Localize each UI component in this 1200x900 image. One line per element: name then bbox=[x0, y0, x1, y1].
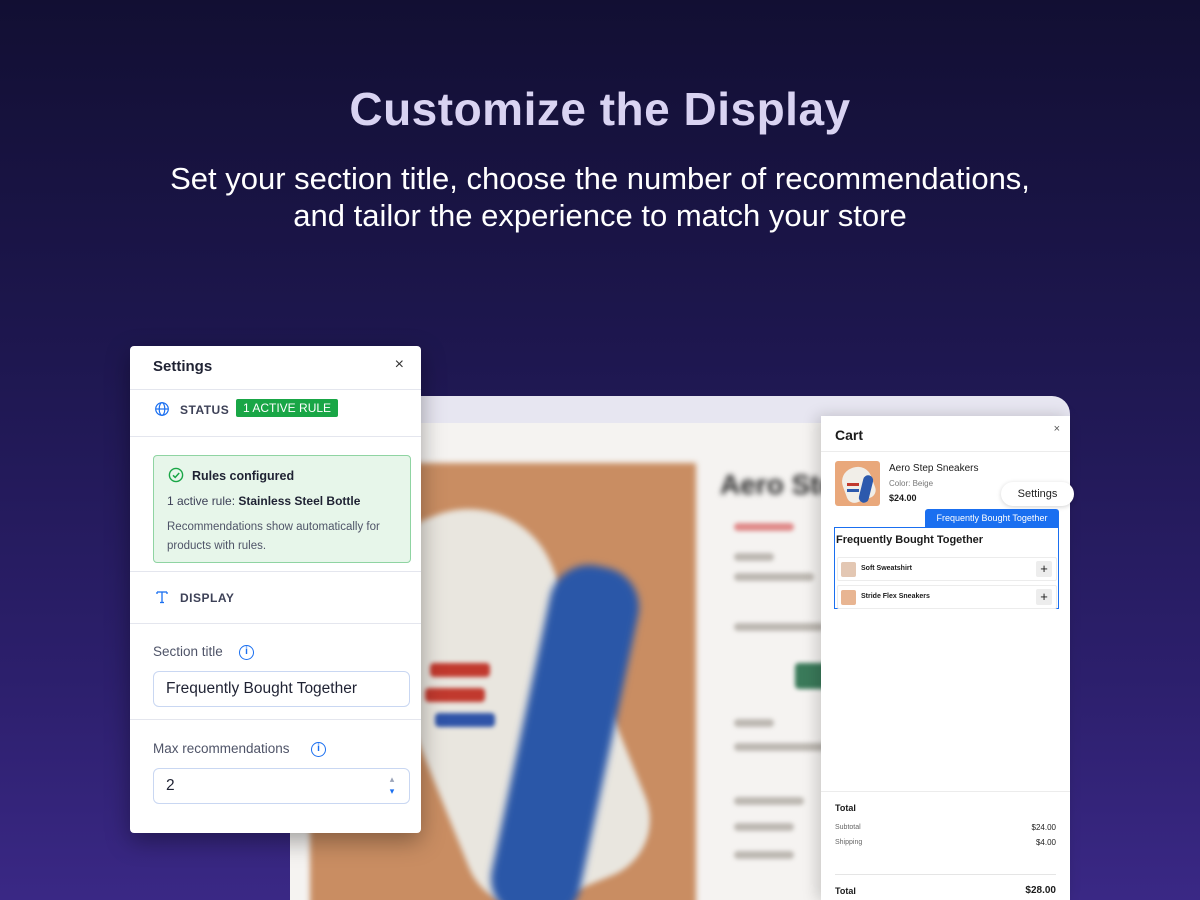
fbt-item-row[interactable]: Stride Flex Sneakers + bbox=[837, 585, 1057, 609]
fbt-widget-tag[interactable]: Frequently Bought Together bbox=[925, 509, 1059, 527]
text-line bbox=[734, 553, 774, 561]
mini-stripe bbox=[847, 483, 859, 486]
divider bbox=[130, 719, 421, 720]
cart-item-price: $24.00 bbox=[889, 493, 917, 503]
settings-panel: Settings × STATUS 1 ACTIVE RULE Rules co… bbox=[130, 346, 421, 833]
fbt-item-thumbnail bbox=[841, 590, 856, 605]
status-label: STATUS bbox=[180, 403, 230, 417]
rules-summary: 1 active rule: Stainless Steel Bottle bbox=[167, 494, 360, 508]
add-icon[interactable]: + bbox=[1036, 561, 1052, 577]
add-icon[interactable]: + bbox=[1036, 589, 1052, 605]
cart-item-image bbox=[835, 461, 880, 506]
subtotal-value: $24.00 bbox=[1031, 823, 1056, 832]
max-recommendations-stepper: ▴ ▾ bbox=[130, 768, 421, 806]
settings-header: Settings × bbox=[130, 346, 421, 390]
text-line bbox=[734, 719, 774, 727]
display-label: DISPLAY bbox=[180, 591, 235, 605]
close-icon[interactable]: × bbox=[1054, 423, 1060, 435]
total-label: Total bbox=[835, 886, 856, 896]
shoe-stripe bbox=[425, 688, 485, 702]
shoe-stripe bbox=[430, 663, 490, 677]
rules-title: Rules configured bbox=[192, 469, 295, 483]
section-title-input[interactable] bbox=[153, 671, 410, 707]
globe-icon bbox=[155, 402, 169, 416]
close-icon[interactable]: × bbox=[395, 356, 404, 374]
product-title: Aero Ste bbox=[720, 469, 836, 500]
chevron-up-icon[interactable]: ▴ bbox=[387, 773, 397, 785]
text-icon bbox=[156, 591, 168, 604]
cart-header: Cart × bbox=[821, 416, 1070, 452]
rules-description: Recommendations show automatically for p… bbox=[167, 521, 380, 552]
fbt-item-thumbnail bbox=[841, 562, 856, 577]
hero-title: Customize the Display bbox=[349, 83, 851, 135]
shipping-label: Shipping bbox=[835, 839, 863, 846]
settings-button[interactable]: Settings bbox=[1001, 482, 1074, 506]
cart-summary: Total Subtotal $24.00 Shipping $4.00 Tot… bbox=[821, 791, 1070, 900]
fbt-widget: Frequently Bought Together Soft Sweatshi… bbox=[834, 527, 1059, 609]
info-icon[interactable]: i bbox=[239, 645, 254, 660]
text-line bbox=[734, 743, 834, 751]
mini-stripe bbox=[847, 489, 859, 492]
stepper-arrows[interactable]: ▴ ▾ bbox=[387, 773, 397, 797]
cart-item-name: Aero Step Sneakers bbox=[889, 463, 979, 474]
chevron-down-icon[interactable]: ▾ bbox=[387, 785, 397, 797]
fbt-title: Frequently Bought Together bbox=[836, 534, 984, 546]
text-line bbox=[734, 823, 794, 831]
rules-card: Rules configured 1 active rule: Stainles… bbox=[153, 455, 411, 563]
fbt-item-row[interactable]: Soft Sweatshirt + bbox=[837, 557, 1057, 581]
summary-divider bbox=[835, 874, 1056, 875]
text-line bbox=[734, 797, 804, 805]
fbt-item-name: Soft Sweatshirt bbox=[861, 565, 912, 572]
divider bbox=[130, 623, 421, 624]
cart-item-color: Color: Beige bbox=[889, 479, 934, 488]
display-section: DISPLAY bbox=[130, 575, 421, 621]
shipping-value: $4.00 bbox=[1035, 838, 1056, 847]
summary-title: Total bbox=[835, 803, 856, 813]
swatch-line bbox=[734, 573, 814, 581]
max-recommendations-label: Max recommendations bbox=[153, 741, 290, 756]
section-title-label: Section title bbox=[153, 644, 223, 659]
divider bbox=[130, 571, 421, 572]
divider bbox=[130, 436, 421, 437]
max-recommendations-input[interactable] bbox=[153, 768, 410, 804]
status-badge: 1 ACTIVE RULE bbox=[236, 399, 339, 417]
total-value: $28.00 bbox=[1025, 885, 1056, 896]
rules-summary-prefix: 1 active rule: bbox=[167, 494, 239, 508]
rules-summary-rule: Stainless Steel Bottle bbox=[238, 494, 361, 508]
text-line bbox=[734, 623, 824, 631]
settings-title: Settings bbox=[153, 358, 213, 375]
info-icon[interactable]: i bbox=[311, 742, 326, 757]
hero-subtitle: Set your section title, choose the numbe… bbox=[150, 160, 1050, 234]
hero-subtitle-line-2: and tailor the experience to match your … bbox=[293, 198, 907, 233]
shoe-stripe bbox=[435, 713, 495, 727]
cart-drawer: Cart × Aero Step Sneakers Color: Beige $… bbox=[821, 416, 1074, 900]
check-circle-icon bbox=[168, 467, 184, 483]
cart-title: Cart bbox=[835, 427, 864, 443]
hero-subtitle-line-1: Set your section title, choose the numbe… bbox=[170, 161, 1030, 196]
fbt-item-name: Stride Flex Sneakers bbox=[861, 593, 930, 600]
subtotal-label: Subtotal bbox=[835, 824, 861, 831]
text-line bbox=[734, 851, 794, 859]
price-line bbox=[734, 523, 794, 531]
